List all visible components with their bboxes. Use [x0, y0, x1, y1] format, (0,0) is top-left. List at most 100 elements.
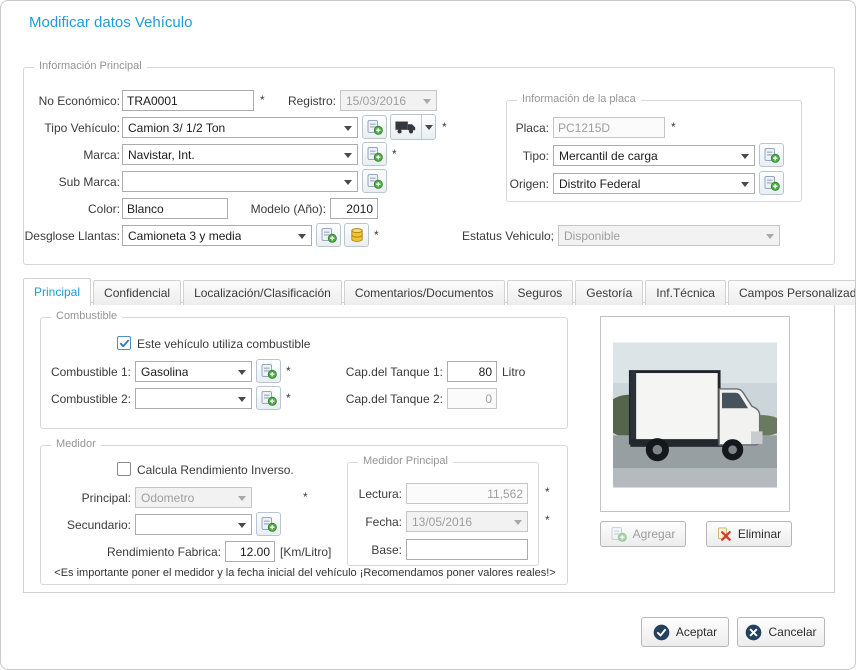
- placa-tipo-value: Mercantil de carga: [559, 149, 658, 163]
- tab-principal[interactable]: Principal: [23, 278, 91, 306]
- tab-label: Seguros: [518, 286, 563, 300]
- tab-label: Localización/Clasificación: [194, 286, 331, 300]
- registro-datepicker[interactable]: 15/03/2016: [340, 90, 437, 111]
- chevron-down-icon: [421, 115, 435, 139]
- lectura-input[interactable]: [406, 483, 528, 504]
- add-icon: [367, 119, 383, 135]
- chevron-down-icon: [298, 234, 306, 239]
- combustible1-select[interactable]: Gasolina: [135, 361, 252, 382]
- tab-strip: Principal Confidencial Localización/Clas…: [23, 278, 856, 305]
- desglose-llantas-select[interactable]: Camioneta 3 y media: [122, 225, 312, 246]
- tab-campos-personalizados[interactable]: Campos Personalizados: [728, 280, 856, 305]
- registro-value: 15/03/2016: [346, 94, 406, 108]
- medidor-principal-group: Medidor Principal Lectura: Fecha: 13/05/…: [347, 462, 539, 566]
- tipo-vehiculo-value: Camion 3/ 1/2 Ton: [128, 121, 225, 135]
- combustible1-label: Combustible 1:: [41, 365, 131, 379]
- chevron-down-icon: [238, 496, 246, 501]
- medidor-principal-legend: Medidor Principal: [358, 455, 453, 467]
- combustible-legend: Combustible: [51, 310, 122, 322]
- agregar-photo-label: Agregar: [633, 527, 676, 541]
- page-title: Modificar datos Vehículo: [29, 14, 192, 31]
- combustible-group: Combustible Este vehículo utiliza combus…: [40, 317, 568, 429]
- eliminar-photo-button[interactable]: Eliminar: [706, 521, 792, 547]
- medidor-principal-label: Principal:: [41, 491, 131, 505]
- tab-seguros[interactable]: Seguros: [507, 280, 574, 305]
- add-icon: [261, 516, 277, 532]
- cap-tanque1-unit: Litro: [502, 365, 525, 379]
- combustible2-label: Combustible 2:: [41, 392, 131, 406]
- color-input[interactable]: [122, 198, 228, 219]
- chevron-down-icon: [344, 153, 352, 158]
- add-combustible2-button[interactable]: [256, 386, 281, 410]
- delete-icon: [717, 527, 732, 542]
- tab-inf-tecnica[interactable]: Inf.Técnica: [645, 280, 726, 305]
- required-marker: *: [374, 228, 379, 242]
- chevron-down-icon: [344, 180, 352, 185]
- tipo-vehiculo-label: Tipo Vehículo:: [26, 121, 120, 135]
- aceptar-button[interactable]: Aceptar: [641, 617, 729, 647]
- add-desglose-llantas-button[interactable]: [316, 223, 341, 247]
- cap-tanque2-input[interactable]: [447, 388, 497, 409]
- truck-icon: [395, 121, 417, 134]
- chevron-down-icon: [741, 182, 749, 187]
- tab-localizacion-clasificacion[interactable]: Localización/Clasificación: [183, 280, 342, 305]
- add-icon: [261, 363, 277, 379]
- origen-value: Distrito Federal: [559, 177, 640, 191]
- required-marker: *: [303, 490, 308, 504]
- add-sub-marca-button[interactable]: [362, 169, 387, 193]
- add-origen-button[interactable]: [759, 171, 784, 195]
- combustible2-select[interactable]: [135, 388, 252, 409]
- medidor-group: Medidor Calcula Rendimiento Inverso. Pri…: [40, 445, 568, 585]
- chevron-down-icon: [741, 154, 749, 159]
- placa-input[interactable]: [553, 117, 665, 138]
- modelo-input[interactable]: [330, 198, 378, 219]
- tab-gestoria[interactable]: Gestoría: [575, 280, 643, 305]
- sub-marca-select[interactable]: [122, 171, 358, 192]
- cancelar-button[interactable]: Cancelar: [737, 617, 825, 647]
- tab-comentarios-documentos[interactable]: Comentarios/Documentos: [344, 280, 505, 305]
- placa-tipo-select[interactable]: Mercantil de carga: [553, 145, 755, 166]
- chevron-down-icon: [238, 397, 246, 402]
- origen-select[interactable]: Distrito Federal: [553, 173, 755, 194]
- tab-label: Confidencial: [104, 286, 170, 300]
- chevron-down-icon: [238, 370, 246, 375]
- no-economico-input[interactable]: [122, 90, 254, 111]
- uses-fuel-checkbox[interactable]: [117, 336, 131, 350]
- chevron-down-icon: [238, 523, 246, 528]
- tipo-vehiculo-select[interactable]: Camion 3/ 1/2 Ton: [122, 117, 358, 138]
- add-tipo-vehiculo-button[interactable]: [362, 115, 387, 139]
- add-placa-tipo-button[interactable]: [759, 143, 784, 167]
- add-medidor-secundario-button[interactable]: [256, 512, 281, 536]
- agregar-photo-button[interactable]: Agregar: [600, 521, 686, 547]
- add-icon: [764, 175, 780, 191]
- info-placa-legend: Información de la placa: [517, 93, 641, 105]
- cap-tanque1-input[interactable]: [447, 361, 497, 382]
- medidor-principal-select[interactable]: Odometro: [135, 487, 252, 508]
- lectura-label: Lectura:: [350, 487, 402, 501]
- tab-confidencial[interactable]: Confidencial: [93, 280, 181, 305]
- base-input[interactable]: [406, 539, 528, 560]
- llantas-data-button[interactable]: [344, 223, 369, 247]
- add-marca-button[interactable]: [362, 142, 387, 166]
- add-icon: [367, 173, 383, 189]
- marca-select[interactable]: Navistar, Int.: [122, 144, 358, 165]
- fecha-datepicker[interactable]: 13/05/2016: [406, 511, 528, 532]
- add-icon: [764, 147, 780, 163]
- sub-marca-label: Sub Marca:: [26, 175, 120, 189]
- aceptar-label: Aceptar: [676, 625, 717, 639]
- fecha-label: Fecha:: [350, 515, 402, 529]
- required-marker: *: [442, 120, 447, 134]
- rendimiento-inverso-checkbox[interactable]: [117, 462, 131, 476]
- tab-label: Gestoría: [586, 286, 632, 300]
- medidor-principal-value: Odometro: [141, 491, 194, 505]
- tab-label: Inf.Técnica: [656, 286, 715, 300]
- tab-label: Principal: [34, 285, 80, 299]
- combustible1-value: Gasolina: [141, 365, 188, 379]
- add-combustible1-button[interactable]: [256, 359, 281, 383]
- chevron-down-icon: [514, 520, 522, 525]
- medidor-secundario-select[interactable]: [135, 514, 252, 535]
- estatus-vehiculo-select[interactable]: Disponible: [558, 225, 780, 246]
- rendimiento-input[interactable]: [225, 541, 275, 562]
- cancelar-label: Cancelar: [768, 625, 816, 639]
- vehicle-type-image-button[interactable]: [390, 114, 436, 140]
